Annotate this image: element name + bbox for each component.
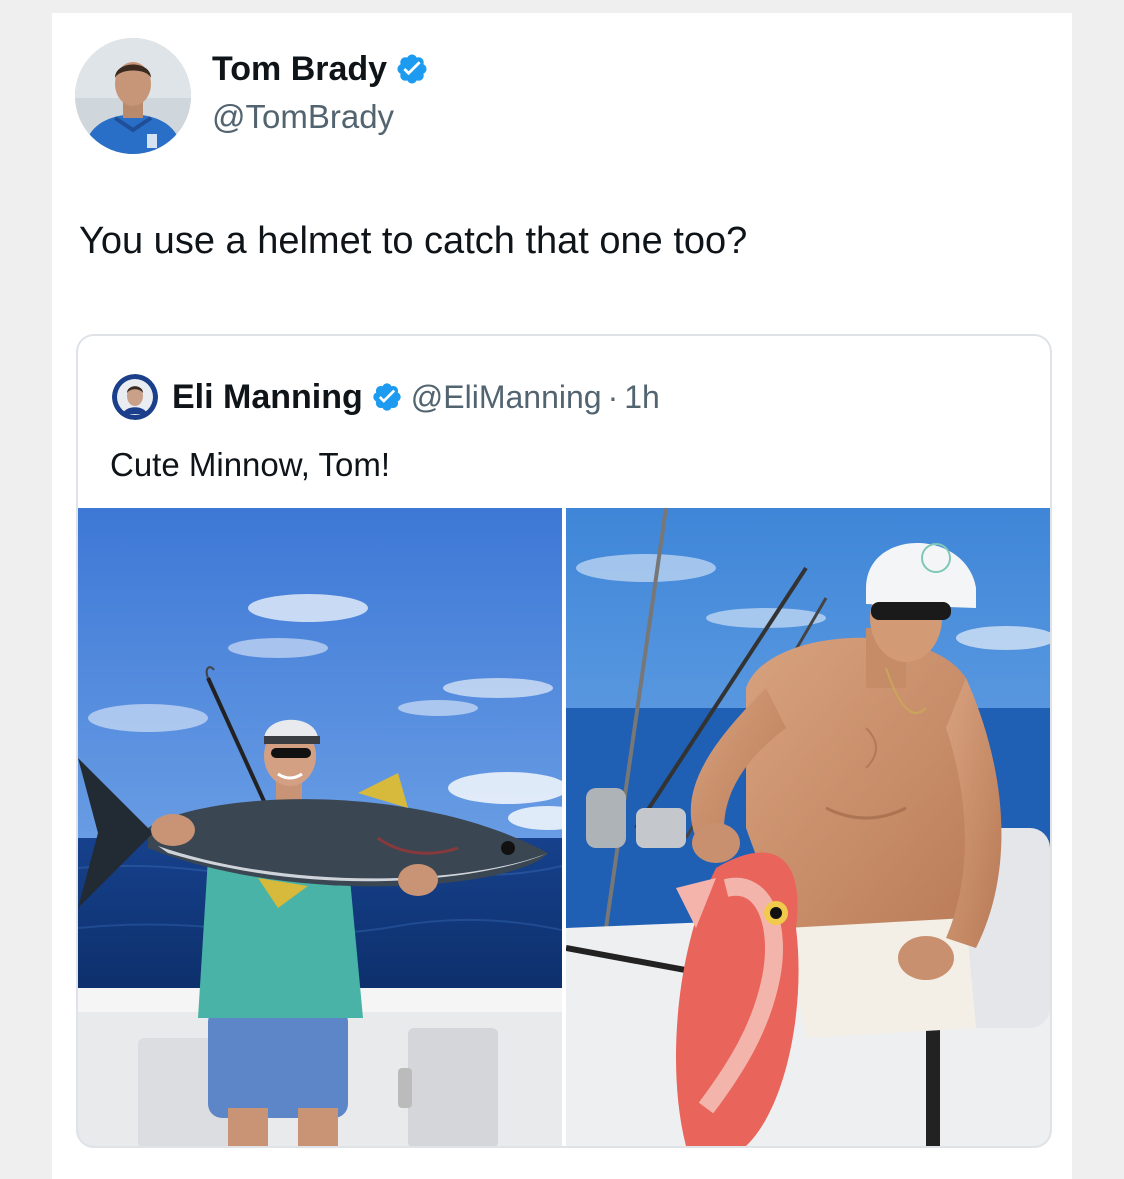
quoted-header: Eli Manning @EliManning · 1h — [172, 374, 660, 420]
quoted-timestamp[interactable]: 1h — [624, 379, 660, 416]
profile-photo-icon — [75, 38, 191, 154]
quoted-author-handle[interactable]: @EliManning — [411, 379, 602, 416]
media-photo-1[interactable] — [78, 508, 562, 1146]
photo-man-holding-tuna-icon — [78, 508, 562, 1146]
author-avatar[interactable] — [75, 38, 191, 154]
tweet-card[interactable]: Tom Brady @TomBrady You use a helmet to … — [52, 13, 1072, 1179]
verified-badge-icon — [373, 383, 401, 411]
author-name-text: Tom Brady — [212, 49, 388, 88]
quoted-tweet[interactable]: Eli Manning @EliManning · 1h Cute Minnow… — [76, 334, 1052, 1148]
quoted-text: Cute Minnow, Tom! — [110, 446, 391, 483]
media-photo-2[interactable] — [566, 508, 1050, 1146]
quoted-author-avatar[interactable] — [112, 374, 158, 420]
separator-dot: · — [607, 378, 619, 415]
author-name[interactable]: Tom Brady — [212, 47, 429, 91]
profile-photo-icon — [112, 374, 158, 420]
author-handle[interactable]: @TomBrady — [212, 98, 394, 136]
verified-badge-icon — [397, 54, 427, 84]
quoted-author-name[interactable]: Eli Manning — [172, 378, 363, 417]
photo-man-holding-red-snapper-icon — [566, 508, 1050, 1146]
tweet-text: You use a helmet to catch that one too? — [79, 220, 748, 262]
media-grid — [78, 508, 1050, 1146]
